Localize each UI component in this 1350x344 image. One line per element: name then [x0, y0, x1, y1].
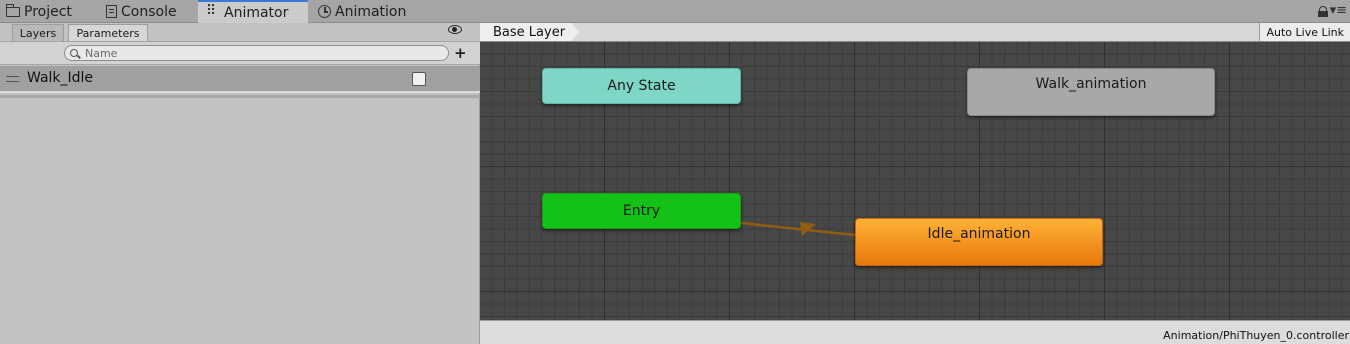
clock-icon	[318, 5, 331, 18]
tab-animator[interactable]: Animator	[198, 0, 308, 23]
parameter-name[interactable]: Walk_Idle	[27, 70, 93, 86]
transition-arrowhead	[800, 222, 816, 236]
auto-live-link-button[interactable]: Auto Live Link	[1259, 23, 1350, 41]
lock-icon[interactable]	[1318, 6, 1328, 17]
tab-animator-label: Animator	[224, 4, 289, 21]
state-any-state[interactable]: Any State	[542, 68, 741, 104]
tab-project-label: Project	[24, 3, 72, 20]
drag-handle-icon[interactable]	[6, 76, 19, 82]
state-entry[interactable]: Entry	[542, 193, 741, 229]
panel-tabs: Layers Parameters	[0, 23, 480, 41]
status-bar: Animation/PhiThuyen_0.controller	[480, 320, 1350, 344]
tab-console[interactable]: Console	[106, 0, 177, 23]
tab-project[interactable]: Project	[6, 0, 72, 23]
graph-toolbar: Base Layer Auto Live Link	[480, 23, 1350, 42]
parameters-panel: Layers Parameters + Walk_Idle	[0, 23, 480, 344]
tab-console-label: Console	[121, 3, 177, 20]
editor-tab-bar: Project Console Animator Animation ▾≡	[0, 0, 1350, 23]
transition-arrow[interactable]	[740, 221, 856, 237]
breadcrumb[interactable]: Base Layer	[480, 23, 579, 41]
tab-layers[interactable]: Layers	[12, 24, 64, 41]
search-icon	[70, 49, 78, 57]
window-menu-button[interactable]: ▾≡	[1330, 3, 1347, 18]
tab-animation-label: Animation	[335, 3, 407, 20]
parameter-search-input[interactable]	[64, 45, 449, 61]
controller-path: Animation/PhiThuyen_0.controller	[1163, 329, 1349, 342]
console-icon	[106, 5, 117, 18]
animator-icon	[206, 3, 220, 19]
tab-parameters[interactable]: Parameters	[68, 24, 148, 41]
parameter-bool-checkbox[interactable]	[412, 72, 426, 86]
state-walk-animation[interactable]: Walk_animation	[967, 68, 1215, 116]
eye-icon[interactable]	[448, 25, 462, 34]
add-parameter-button[interactable]: +	[454, 44, 467, 62]
parameter-search-row: +	[0, 41, 480, 65]
state-idle-animation[interactable]: Idle_animation	[855, 218, 1103, 266]
parameter-row[interactable]: Walk_Idle	[0, 66, 480, 93]
folder-icon	[6, 4, 20, 17]
state-machine-graph[interactable]: Any State Walk_animation Entry Idle_anim…	[480, 42, 1350, 320]
divider	[0, 95, 480, 98]
tab-animation[interactable]: Animation	[318, 0, 406, 23]
